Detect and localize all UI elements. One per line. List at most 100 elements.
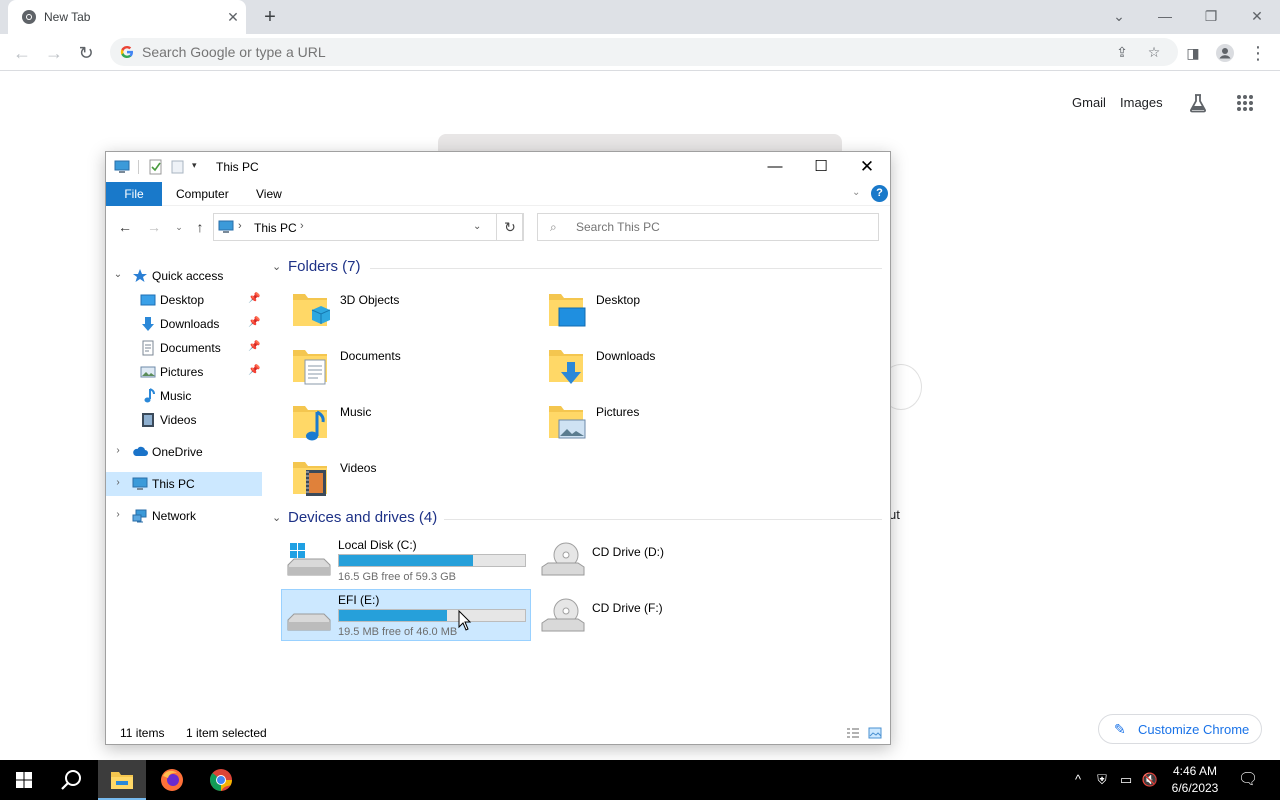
tree-item-network[interactable]: › Network [106, 504, 262, 528]
labs-flask-icon[interactable] [1187, 92, 1209, 114]
drive-efi-e[interactable]: EFI (E:) 19.5 MB free of 46.0 MB [281, 589, 531, 641]
pin-icon[interactable]: 📌 [248, 317, 260, 328]
explorer-minimize-button[interactable]: — [752, 152, 798, 182]
explorer-title-bar[interactable]: ▾ This PC — ☐ ✕ [106, 152, 890, 182]
reload-button[interactable]: ↻ [73, 40, 99, 66]
tab-file[interactable]: File [106, 182, 162, 206]
volume-muted-icon[interactable]: 🔇 [1140, 770, 1160, 790]
chevron-down-icon[interactable]: ⌄ [272, 260, 281, 273]
images-link[interactable]: Images [1120, 95, 1163, 110]
large-icons-view-icon[interactable] [868, 727, 882, 739]
tree-item-downloads[interactable]: Downloads 📌 [106, 312, 262, 336]
tab-computer[interactable]: Computer [176, 187, 229, 201]
tab-view[interactable]: View [256, 187, 282, 201]
tree-item-onedrive[interactable]: › OneDrive [106, 440, 262, 464]
address-dropdown-icon[interactable]: ⌄ [473, 221, 481, 232]
chevron-down-icon[interactable]: ⌄ [112, 269, 124, 280]
tree-item-documents[interactable]: Documents 📌 [106, 336, 262, 360]
gmail-link[interactable]: Gmail [1072, 95, 1106, 110]
omnibox-input[interactable] [142, 42, 1042, 62]
pin-icon[interactable]: 📌 [248, 365, 260, 376]
share-icon[interactable]: ⇪ [1112, 42, 1132, 62]
side-panel-icon[interactable]: ◨ [1180, 40, 1206, 66]
close-tab-icon[interactable]: ✕ [224, 8, 242, 26]
tree-item-videos[interactable]: Videos [106, 408, 262, 432]
back-icon[interactable]: ← [115, 217, 135, 237]
google-apps-icon[interactable] [1236, 94, 1254, 112]
profile-avatar[interactable] [1212, 40, 1238, 66]
tree-item-desktop[interactable]: Desktop 📌 [106, 288, 262, 312]
customize-chrome-button[interactable]: ✎ Customize Chrome [1098, 714, 1262, 744]
defender-shield-icon[interactable]: ⛨ [1092, 770, 1112, 790]
help-icon[interactable]: ? [871, 185, 888, 202]
tree-label: Network [152, 509, 197, 523]
pin-icon[interactable]: 📌 [248, 293, 260, 304]
folder-downloads[interactable]: Downloads [546, 344, 786, 394]
properties-icon[interactable] [148, 159, 164, 175]
tree-item-pictures[interactable]: Pictures 📌 [106, 360, 262, 384]
taskbar-firefox[interactable] [148, 760, 196, 800]
explorer-maximize-button[interactable]: ☐ [798, 152, 844, 182]
tree-item-this-pc[interactable]: › This PC [106, 472, 262, 496]
explorer-close-button[interactable]: ✕ [844, 152, 890, 182]
chevron-right-icon[interactable]: › [112, 445, 124, 456]
chevron-right-icon[interactable]: › [112, 509, 124, 520]
recent-locations-icon[interactable]: ⌄ [169, 217, 189, 237]
chevron-down-icon[interactable]: ⌄ [272, 511, 281, 524]
omnibox[interactable]: ⇪ ☆ [110, 38, 1178, 66]
new-folder-icon[interactable] [170, 159, 186, 175]
drive-cd-f[interactable]: CD Drive (F:) [536, 591, 786, 643]
forward-button[interactable]: → [41, 40, 67, 66]
new-tab-button[interactable]: + [258, 5, 282, 29]
details-view-icon[interactable] [846, 727, 860, 739]
drive-label: EFI (E:) [338, 593, 380, 607]
folder-3d-objects[interactable]: 3D Objects [290, 288, 530, 338]
folder-documents[interactable]: Documents [290, 344, 530, 394]
expand-ribbon-icon[interactable]: ⌄ [852, 187, 860, 198]
up-icon[interactable]: ↑ [190, 217, 210, 237]
pin-icon[interactable]: 📌 [248, 341, 260, 352]
pictures-folder-icon [549, 406, 586, 439]
folder-pictures[interactable]: Pictures [546, 400, 786, 450]
tree-item-quick-access[interactable]: ⌄ Quick access [106, 264, 262, 288]
breadcrumb-this-pc[interactable]: This PC [254, 221, 297, 235]
explorer-title: This PC [216, 160, 259, 174]
cd-drive-icon [541, 598, 585, 632]
start-button[interactable] [0, 760, 48, 800]
search-input[interactable] [576, 219, 866, 235]
show-hidden-icons-icon[interactable]: ^ [1068, 770, 1088, 790]
folder-music[interactable]: Music [290, 400, 530, 450]
chevron-right-icon[interactable]: › [112, 477, 124, 488]
tree-item-music[interactable]: Music [106, 384, 262, 408]
minimize-button[interactable]: — [1150, 4, 1180, 28]
taskbar-search-button[interactable] [48, 760, 96, 800]
hard-drive-windows-icon [287, 543, 331, 576]
tab-new-tab[interactable]: New Tab ✕ [8, 0, 246, 34]
system-clock[interactable]: 4:46 AM 6/6/2023 [1166, 763, 1224, 797]
close-window-button[interactable]: ✕ [1242, 4, 1272, 28]
tab-search-icon[interactable]: ⌄ [1104, 4, 1134, 28]
chevron-right-icon[interactable]: › [300, 220, 304, 232]
quick-access-dropdown-icon[interactable]: ▾ [192, 160, 197, 171]
tree-label: Downloads [160, 317, 220, 331]
chrome-menu-icon[interactable]: ⋮ [1245, 40, 1271, 66]
drive-cd-d[interactable]: CD Drive (D:) [536, 535, 786, 587]
taskbar-file-explorer[interactable] [98, 760, 146, 800]
bookmark-star-icon[interactable]: ☆ [1144, 42, 1164, 62]
search-box[interactable]: ⌕ [537, 213, 879, 241]
folder-videos[interactable]: Videos [290, 456, 530, 506]
notifications-icon[interactable]: 🗨 [1238, 770, 1258, 790]
back-button[interactable]: ← [9, 40, 35, 66]
forward-icon[interactable]: → [144, 217, 164, 237]
taskbar-chrome[interactable] [197, 760, 245, 800]
devices-group-header[interactable]: ⌄ Devices and drives (4) [272, 509, 882, 529]
videos-folder-icon [293, 462, 327, 496]
refresh-button[interactable]: ↻ [496, 213, 524, 241]
chevron-right-icon[interactable]: › [238, 220, 242, 232]
folder-desktop[interactable]: Desktop [546, 288, 786, 338]
address-bar[interactable]: › This PC › ⌄ [213, 213, 523, 241]
network-status-icon[interactable]: ▭ [1116, 770, 1136, 790]
folders-group-header[interactable]: ⌄ Folders (7) [272, 258, 882, 278]
restore-button[interactable]: ❐ [1196, 4, 1226, 28]
drive-local-disk-c[interactable]: Local Disk (C:) 16.5 GB free of 59.3 GB [282, 535, 532, 587]
